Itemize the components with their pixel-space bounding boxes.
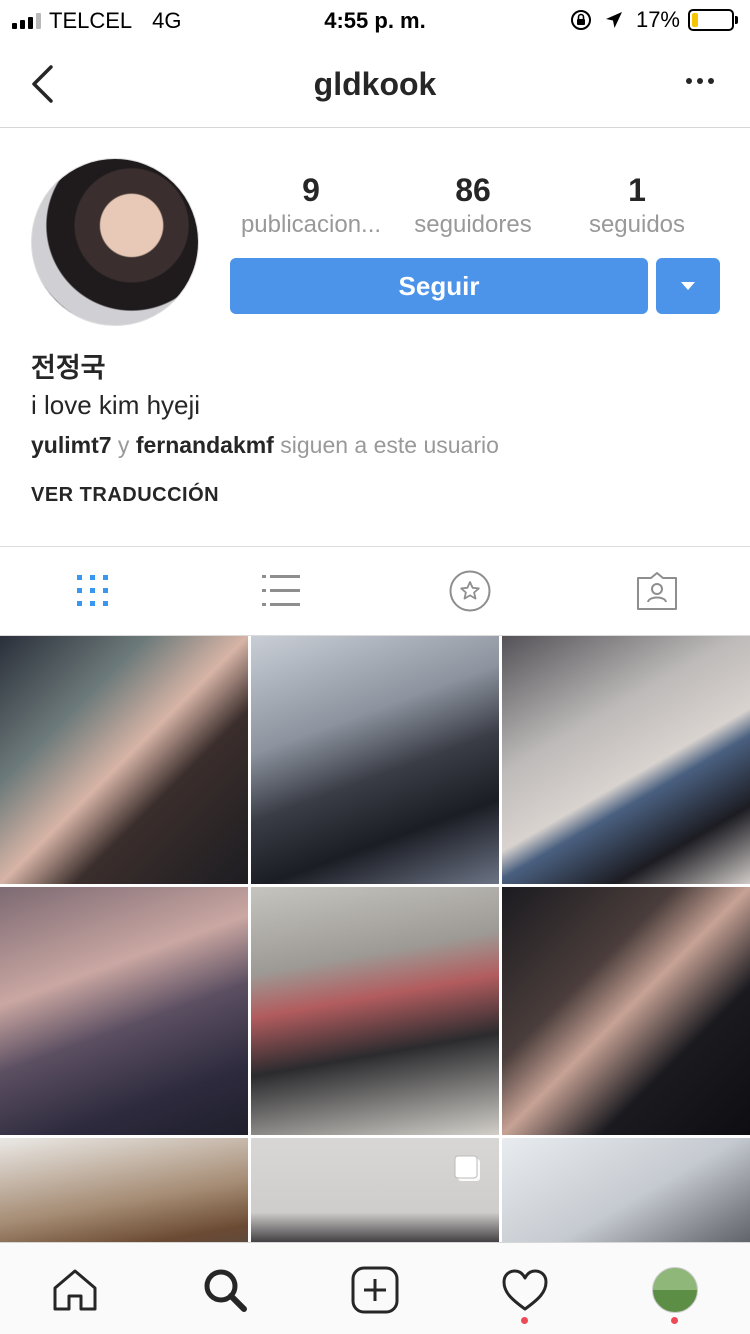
stat-followers[interactable]: 86 seguidores (392, 170, 554, 240)
follower-username-2[interactable]: fernandakmf (136, 432, 274, 458)
nav-profile[interactable] (650, 1265, 700, 1315)
profile-bio: i love kim hyeji (31, 390, 201, 420)
stat-followers-label: seguidores (414, 211, 532, 238)
grid-post[interactable] (0, 1138, 248, 1242)
suggested-dropdown-button[interactable] (656, 258, 720, 314)
tab-tagged[interactable] (635, 569, 679, 613)
rotation-lock-icon (570, 9, 592, 31)
tab-list[interactable] (259, 569, 303, 613)
nav-bar: gldkook (0, 40, 750, 128)
bottom-nav (0, 1242, 750, 1334)
tab-grid[interactable] (71, 569, 115, 613)
follower-username-1[interactable]: yulimt7 (31, 432, 112, 458)
search-icon (204, 1269, 247, 1312)
nav-home[interactable] (50, 1265, 100, 1315)
grid-post[interactable] (502, 887, 750, 1135)
profile-notification-dot (671, 1317, 678, 1324)
grid-post[interactable] (251, 636, 499, 884)
heart-icon (502, 1269, 548, 1311)
profile-stats: 9 publicacion... 86 seguidores 1 seguido… (230, 170, 720, 240)
follow-button[interactable]: Seguir (230, 258, 648, 314)
add-icon (351, 1266, 399, 1314)
caret-down-icon (681, 282, 695, 290)
see-translation-link[interactable]: VER TRADUCCIÓN (31, 484, 219, 507)
list-icon (262, 575, 300, 606)
battery-fill (692, 13, 699, 27)
profile-avatar[interactable] (31, 158, 199, 326)
home-icon (53, 1269, 97, 1311)
stat-posts-count: 9 (302, 172, 320, 208)
stat-posts[interactable]: 9 publicacion... (230, 170, 392, 240)
tab-saved[interactable] (448, 569, 492, 613)
nav-add-post[interactable] (350, 1265, 400, 1315)
more-horizontal-icon (686, 78, 692, 84)
grid-post[interactable] (0, 887, 248, 1135)
more-options-button[interactable] (686, 78, 714, 84)
grid-icon (77, 575, 108, 606)
stat-following-count: 1 (628, 172, 646, 208)
nav-search[interactable] (200, 1265, 250, 1315)
photo-grid (0, 636, 750, 1242)
grid-post[interactable] (502, 636, 750, 884)
profile-tabs (0, 546, 750, 636)
grid-post[interactable] (502, 1138, 750, 1242)
tagged-icon (637, 572, 677, 610)
grid-post[interactable] (251, 887, 499, 1135)
grid-post[interactable] (251, 1138, 499, 1242)
stat-followers-count: 86 (455, 172, 491, 208)
page-title: gldkook (313, 66, 437, 102)
nav-activity[interactable] (500, 1265, 550, 1315)
stat-following[interactable]: 1 seguidos (554, 170, 720, 240)
profile-avatar-small (652, 1267, 698, 1313)
battery-percent: 17% (635, 7, 680, 32)
battery-icon (688, 9, 738, 31)
status-right: 17% (570, 7, 738, 33)
multiple-photos-icon (453, 1154, 483, 1184)
star-icon (449, 570, 491, 612)
activity-notification-dot (521, 1317, 528, 1324)
followed-by-suffix: siguen a este usuario (280, 432, 499, 458)
grid-post[interactable] (0, 636, 248, 884)
stat-following-label: seguidos (588, 211, 686, 238)
followed-by-conjunction: y (117, 432, 130, 458)
followed-by-text[interactable]: yulimt7 y fernandakmf siguen a este usua… (31, 432, 499, 459)
location-icon (604, 10, 624, 30)
stat-posts-label: publicacion... (240, 211, 382, 238)
status-bar: TELCEL 4G 4:55 p. m. 17% (0, 0, 750, 40)
profile-full-name: 전정국 (31, 353, 106, 384)
